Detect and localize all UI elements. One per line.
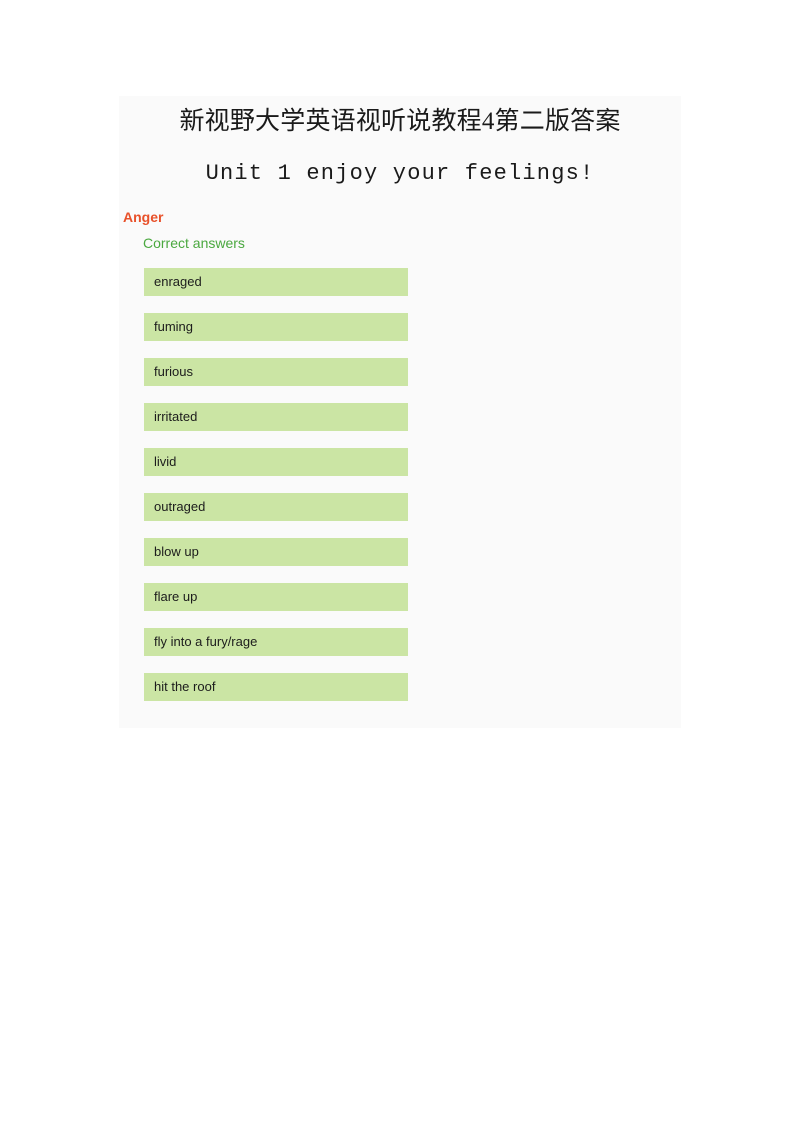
answer-text: irritated <box>154 409 198 424</box>
correct-answers-label: Correct answers <box>143 235 245 251</box>
answer-item: flare up <box>144 583 408 611</box>
page-title: 新视野大学英语视听说教程4第二版答案 <box>179 108 621 135</box>
answer-item: fly into a fury/rage <box>144 628 408 656</box>
answer-item: outraged <box>144 493 408 521</box>
answer-text: outraged <box>154 499 206 514</box>
document-page: 新视野大学英语视听说教程4第二版答案 Unit 1 enjoy your fee… <box>0 0 800 1132</box>
quiz-category-heading: Anger <box>123 209 164 225</box>
answer-text: blow up <box>154 544 199 559</box>
answer-list: enraged fuming furious irritated livid o… <box>144 268 408 701</box>
content-panel: 新视野大学英语视听说教程4第二版答案 Unit 1 enjoy your fee… <box>119 96 681 728</box>
answer-item: blow up <box>144 538 408 566</box>
answer-item: fuming <box>144 313 408 341</box>
answer-item: enraged <box>144 268 408 296</box>
answer-item: furious <box>144 358 408 386</box>
answer-item: livid <box>144 448 408 476</box>
answer-text: flare up <box>154 589 198 604</box>
answer-item: irritated <box>144 403 408 431</box>
answer-text: hit the roof <box>154 679 216 694</box>
answer-text: livid <box>154 454 177 469</box>
page-subtitle: Unit 1 enjoy your feelings! <box>205 161 595 186</box>
answer-text: enraged <box>154 274 202 289</box>
answer-text: fly into a fury/rage <box>154 634 258 649</box>
answer-text: furious <box>154 364 194 379</box>
answer-text: fuming <box>154 319 194 334</box>
answer-item: hit the roof <box>144 673 408 701</box>
